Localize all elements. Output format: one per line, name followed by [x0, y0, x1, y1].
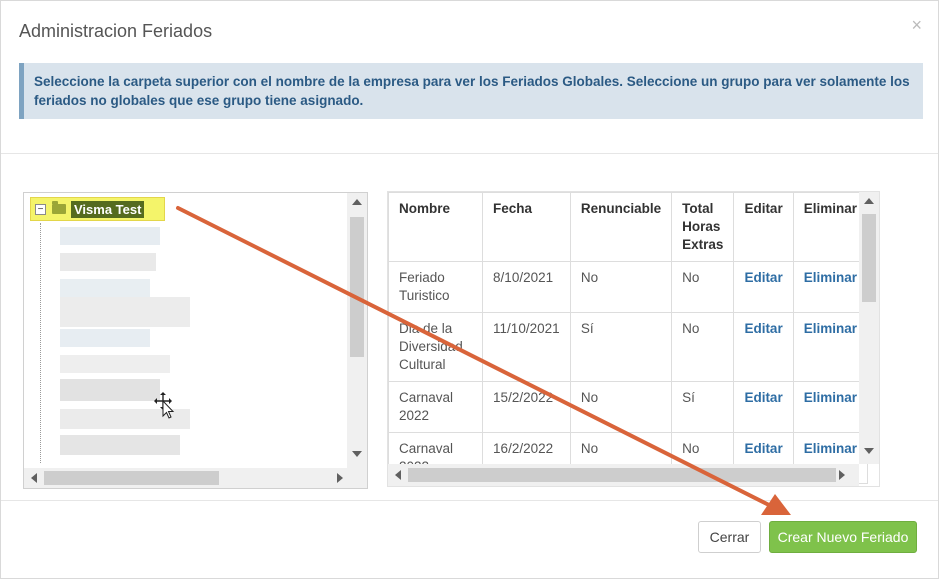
scroll-left-icon[interactable]: [395, 470, 401, 480]
scroll-down-icon[interactable]: [352, 451, 362, 457]
cell-nombre: Feriado Turistico: [388, 261, 484, 313]
info-alert: Seleccione la carpeta superior con el no…: [19, 63, 923, 119]
table-scroll-thumb[interactable]: [862, 214, 876, 302]
scroll-left-icon[interactable]: [31, 473, 37, 483]
cell-fecha: 8/10/2021: [482, 261, 571, 313]
dialog-header: Administracion Feriados ×: [1, 1, 938, 61]
col-header-renunciable: Renunciable: [569, 192, 673, 262]
holidays-table: Nombre Fecha Renunciable Total Horas Ext…: [388, 192, 869, 484]
col-header-nombre: Nombre: [388, 192, 484, 262]
tree-child-node[interactable]: [60, 329, 150, 347]
tree-child-node[interactable]: [60, 435, 180, 455]
cell-fecha: 15/2/2022: [482, 381, 571, 433]
collapse-icon[interactable]: −: [35, 203, 46, 215]
col-header-eliminar: Eliminar: [792, 192, 869, 262]
tree-horizontal-scrollbar[interactable]: [24, 468, 367, 488]
tree-vertical-scrollbar[interactable]: [347, 193, 367, 470]
cell-nombre: Carnaval 2022: [388, 381, 484, 433]
edit-link[interactable]: Editar: [733, 312, 794, 382]
holidays-table-panel: Nombre Fecha Renunciable Total Horas Ext…: [387, 191, 880, 487]
table-horizontal-scrollbar[interactable]: [388, 464, 859, 486]
table-row: Carnaval 2022 15/2/2022 No Sí Editar Eli…: [388, 381, 869, 433]
dialog-title: Administracion Feriados: [19, 21, 213, 41]
scroll-down-icon[interactable]: [864, 448, 874, 454]
cell-renunciable: No: [569, 261, 673, 313]
scroll-right-icon[interactable]: [839, 470, 845, 480]
cell-total: No: [671, 312, 735, 382]
col-header-fecha: Fecha: [482, 192, 571, 262]
folder-icon: [52, 201, 66, 214]
tree-child-node[interactable]: [60, 253, 156, 271]
table-vertical-scrollbar[interactable]: [859, 192, 879, 464]
cell-nombre: Dia de la Diversidad Cultural: [388, 312, 484, 382]
delete-link[interactable]: Eliminar: [792, 381, 869, 433]
cell-total: No: [671, 261, 735, 313]
cell-renunciable: Sí: [569, 312, 673, 382]
tree-child-node[interactable]: [60, 279, 150, 297]
table-row: Feriado Turistico 8/10/2021 No No Editar…: [388, 261, 869, 313]
col-header-editar: Editar: [733, 192, 794, 262]
group-tree-panel[interactable]: − Visma Test: [23, 192, 368, 489]
tree-connector-line: [40, 223, 41, 463]
scroll-up-icon[interactable]: [864, 198, 874, 204]
col-header-total-horas-extras: Total Horas Extras: [671, 192, 735, 262]
close-icon[interactable]: ×: [911, 15, 922, 36]
table-row: Dia de la Diversidad Cultural 11/10/2021…: [388, 312, 869, 382]
edit-link[interactable]: Editar: [733, 381, 794, 433]
header-divider: [1, 153, 938, 154]
close-button[interactable]: Cerrar: [698, 521, 761, 553]
tree-root-node[interactable]: − Visma Test: [30, 197, 165, 221]
cell-fecha: 11/10/2021: [482, 312, 571, 382]
tree-child-node[interactable]: [60, 355, 170, 373]
tree-child-node[interactable]: [60, 227, 160, 245]
tree-hscroll-thumb[interactable]: [44, 471, 219, 485]
move-cursor-icon: [154, 392, 175, 419]
tree-scroll-thumb[interactable]: [350, 217, 364, 357]
create-holiday-button[interactable]: Crear Nuevo Feriado: [769, 521, 917, 553]
cell-renunciable: No: [569, 381, 673, 433]
scroll-right-icon[interactable]: [337, 473, 343, 483]
delete-link[interactable]: Eliminar: [792, 261, 869, 313]
tree-child-node[interactable]: [60, 297, 190, 327]
edit-link[interactable]: Editar: [733, 261, 794, 313]
tree-root-label[interactable]: Visma Test: [71, 200, 145, 218]
delete-link[interactable]: Eliminar: [792, 312, 869, 382]
table-hscroll-thumb[interactable]: [408, 468, 836, 482]
feriados-dialog: Administracion Feriados × Seleccione la …: [0, 0, 939, 579]
cell-total: Sí: [671, 381, 735, 433]
footer-divider: [1, 500, 938, 501]
table-header-row: Nombre Fecha Renunciable Total Horas Ext…: [388, 192, 869, 262]
tree-child-node[interactable]: [60, 379, 160, 401]
scroll-up-icon[interactable]: [352, 199, 362, 205]
